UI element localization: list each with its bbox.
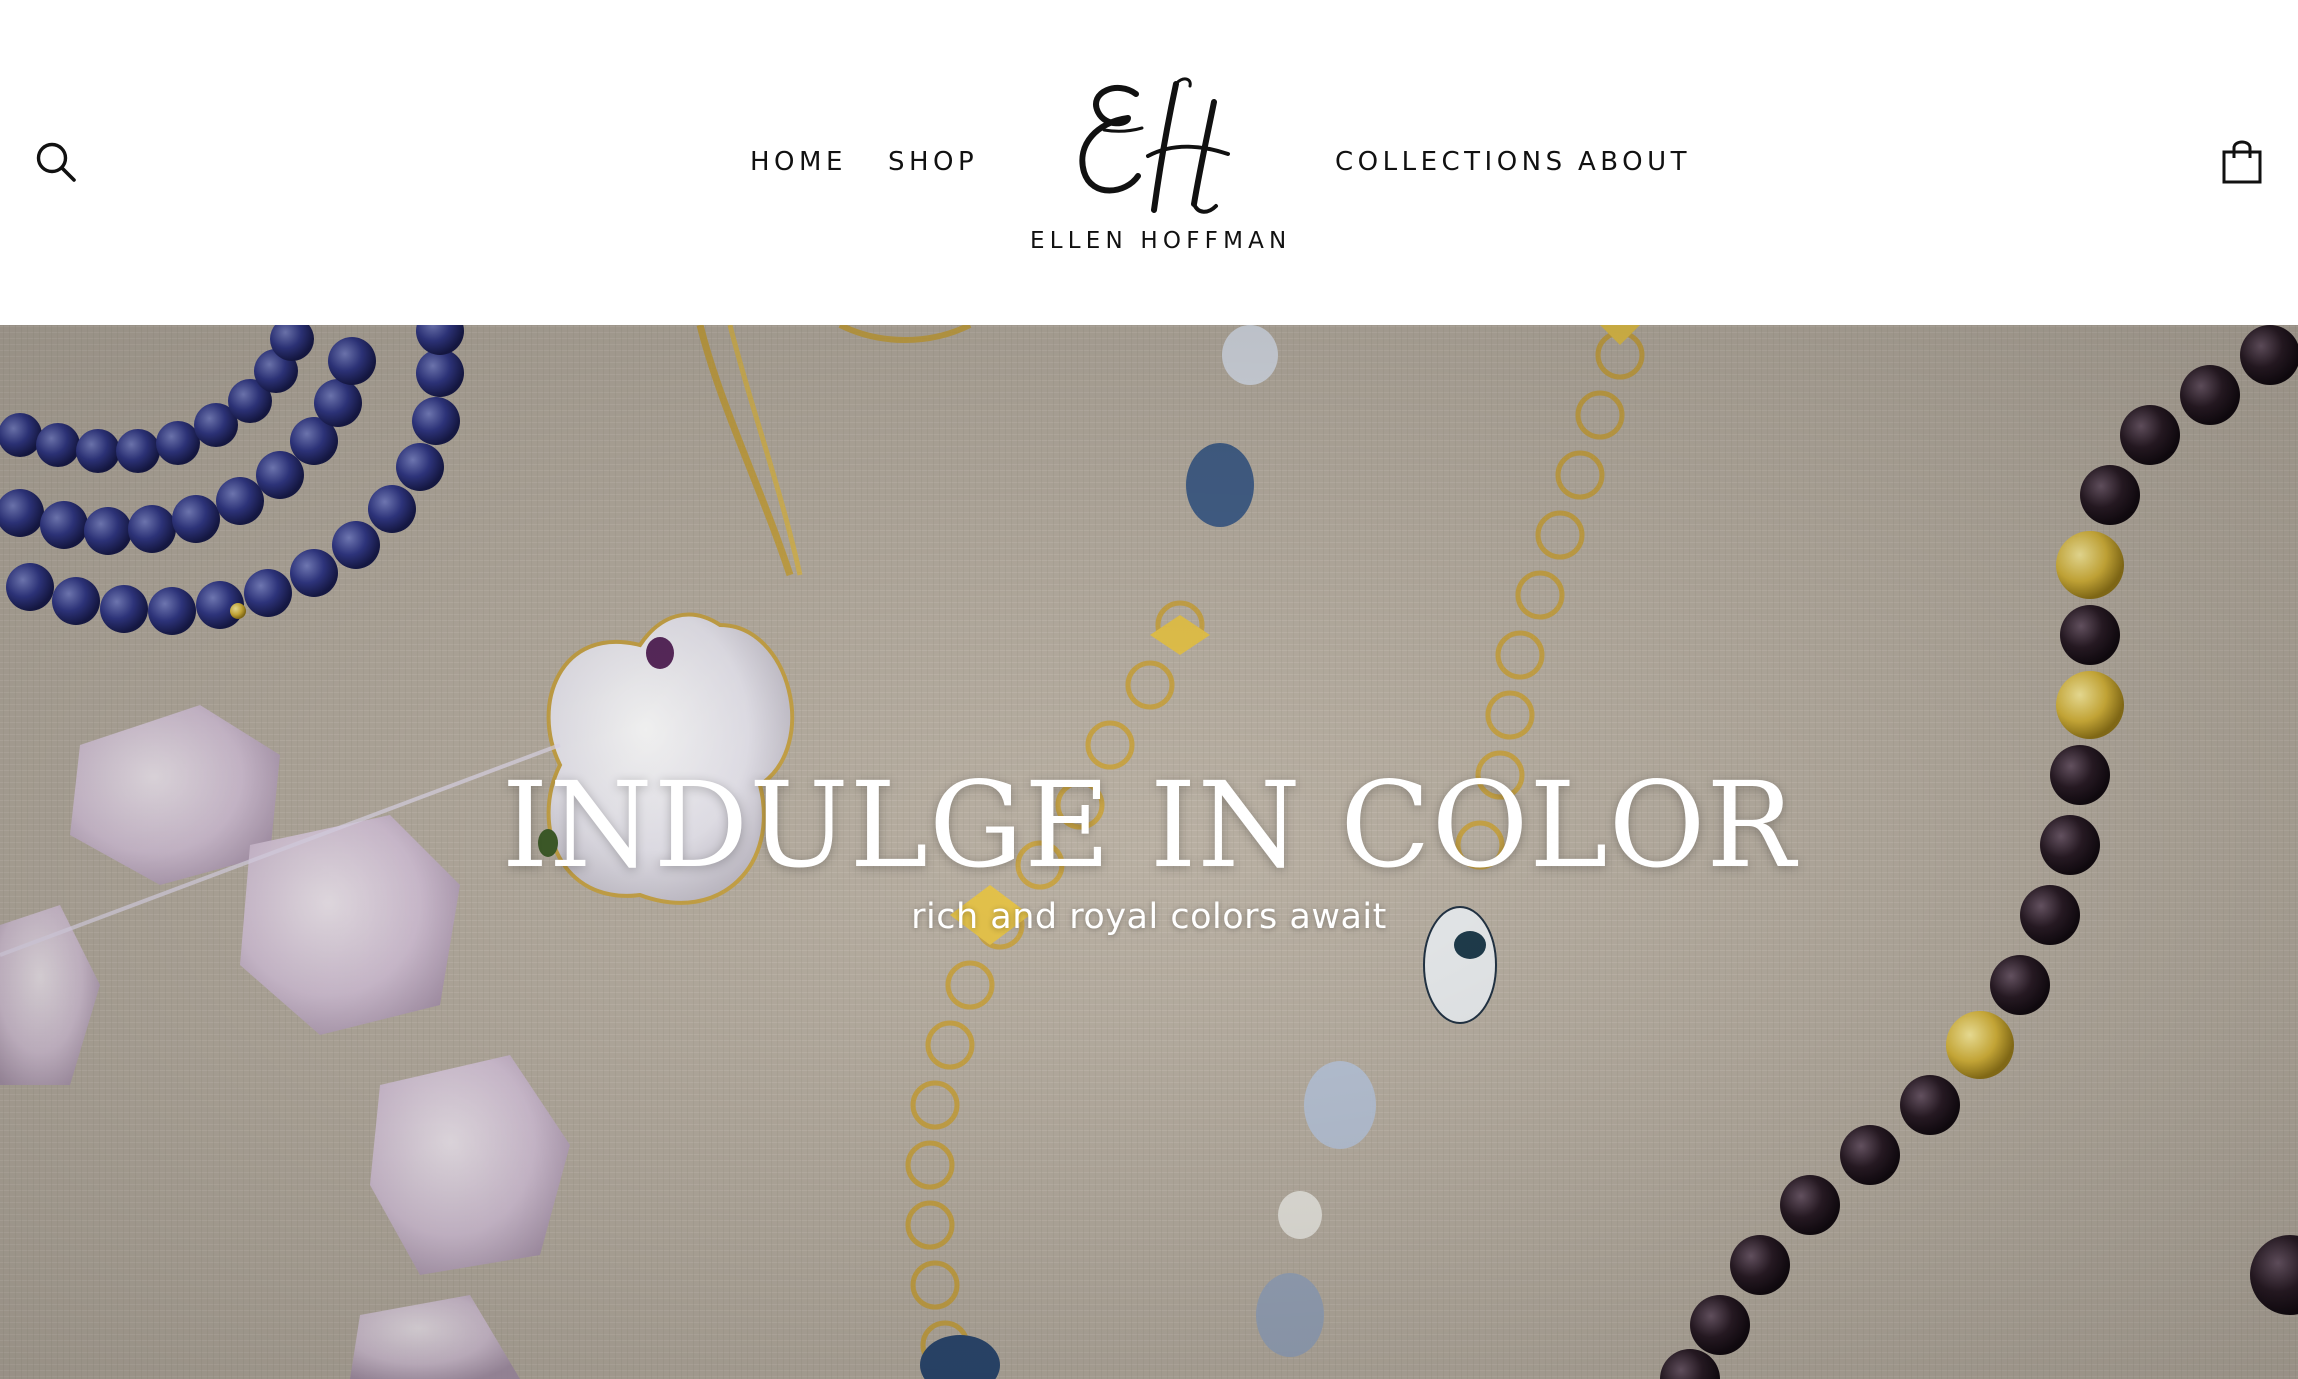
cart-button[interactable] <box>2220 138 2264 186</box>
nav-home-link[interactable]: HOME <box>750 146 847 178</box>
shopping-bag-icon <box>2222 140 2262 184</box>
search-icon <box>36 142 76 182</box>
brand-name: ELLEN HOFFMAN <box>1030 228 1292 254</box>
nav-shop-link[interactable]: SHOP <box>888 146 978 178</box>
site-header: HOME SHOP ELLEN HOFFMAN COLLECTIONS ABOU… <box>0 0 2298 325</box>
brand-logo[interactable]: ELLEN HOFFMAN <box>1030 72 1292 262</box>
eh-monogram-logo <box>1079 77 1230 214</box>
search-button[interactable] <box>34 140 78 184</box>
nav-collections-link[interactable]: COLLECTIONS <box>1335 146 1567 178</box>
hero-title: INDULGE IN COLOR <box>501 756 1797 894</box>
hero-subtitle: rich and royal colors await <box>911 897 1387 937</box>
hero-banner[interactable]: INDULGE IN COLOR rich and royal colors a… <box>0 325 2298 1379</box>
nav-about-link[interactable]: ABOUT <box>1578 146 1691 178</box>
